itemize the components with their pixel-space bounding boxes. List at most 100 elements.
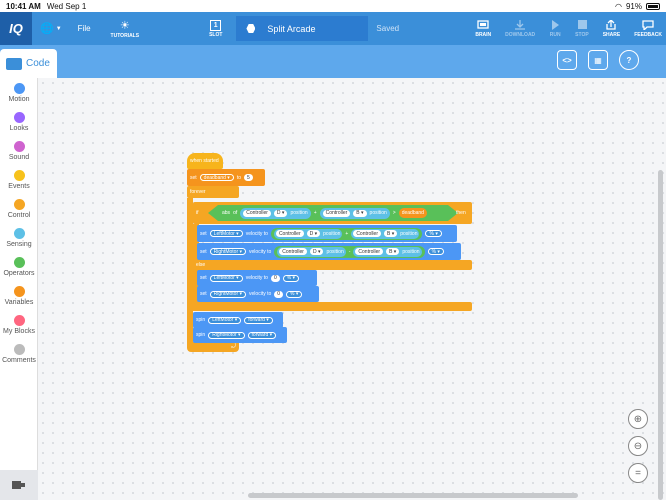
device-button[interactable]: ▦	[588, 50, 608, 70]
operator-symbol: +	[313, 210, 317, 216]
category-motion[interactable]: Motion	[0, 83, 38, 103]
motor-dropdown[interactable]: RightMotor ▾	[208, 331, 245, 339]
controller-dropdown[interactable]: Controller	[355, 248, 384, 255]
controller-position-reporter[interactable]: Controller B ▾ position	[353, 246, 422, 257]
motor-dropdown[interactable]: LeftMotor ▾	[209, 274, 243, 282]
category-events[interactable]: Events	[0, 170, 38, 190]
controller-position-reporter[interactable]: Controller D ▾ position	[240, 207, 311, 219]
controller-position-reporter[interactable]: Controller B ▾ position	[319, 207, 390, 219]
code-workspace[interactable]	[38, 78, 666, 500]
unit-dropdown[interactable]: % ▾	[286, 290, 303, 298]
unit-dropdown[interactable]: % ▾	[282, 274, 300, 282]
zoom-out-button[interactable]: ⊖	[628, 436, 648, 456]
dropdown-value: deadband	[203, 174, 226, 181]
block-label: then	[456, 210, 466, 216]
brain-button[interactable]: BRAIN	[475, 19, 491, 38]
language-button[interactable]: 🌐 ▼	[40, 22, 62, 35]
variable-dropdown[interactable]: deadband ▾	[199, 174, 234, 181]
controller-dropdown[interactable]: Controller	[322, 209, 351, 217]
set-velocity-block[interactable]: set RightMotor ▾ velocity to Controller …	[197, 243, 461, 260]
controller-position-reporter[interactable]: Controller D ▾ position	[277, 246, 346, 257]
motor-dropdown[interactable]: LeftMotor ▾	[208, 316, 242, 324]
set-variable-block[interactable]: set deadband ▾ to 5	[187, 169, 265, 186]
controller-dropdown[interactable]: Controller	[353, 230, 381, 237]
set-velocity-block[interactable]: set LeftMotor ▾ velocity to 0 % ▾	[197, 270, 317, 286]
block-label: set	[200, 291, 207, 297]
spin-motor-block[interactable]: spin RightMotor ▾ forward ▾	[193, 327, 287, 343]
unit-dropdown[interactable]: % ▾	[425, 230, 442, 237]
controller-dropdown[interactable]: Controller	[279, 248, 307, 255]
dropdown-value: RightMotor	[213, 291, 239, 297]
controller-position-reporter[interactable]: Controller B ▾ position	[351, 228, 420, 239]
controller-dropdown[interactable]: Controller	[243, 209, 271, 217]
category-sound[interactable]: Sound	[0, 141, 38, 161]
extensions-button[interactable]	[0, 470, 38, 500]
dropdown-value: Controller	[282, 248, 304, 255]
controller-position-reporter[interactable]: Controller D ▾ position	[273, 228, 343, 239]
category-my-blocks[interactable]: My Blocks	[0, 315, 38, 335]
zoom-in-button[interactable]: ⊕	[628, 409, 648, 429]
wifi-icon: ◠	[615, 1, 622, 11]
deadband-reporter[interactable]: deadband	[398, 208, 427, 218]
block-label: position	[369, 210, 387, 216]
category-comments[interactable]: Comments	[0, 344, 38, 364]
axis-dropdown[interactable]: D ▾	[273, 209, 288, 217]
set-velocity-block[interactable]: set RightMotor ▾ velocity to 0 % ▾	[197, 286, 319, 302]
dropdown-value: forward	[251, 332, 269, 338]
control-dot-icon	[13, 199, 25, 210]
block-label: spin	[196, 332, 206, 338]
tutorials-button[interactable]: ☀ TUTORIALS	[111, 19, 140, 39]
direction-dropdown[interactable]: forward ▾	[247, 331, 277, 339]
horizontal-scrollbar[interactable]	[248, 493, 578, 498]
project-name-field[interactable]: Split Arcade	[236, 16, 369, 41]
category-label: Looks	[9, 125, 29, 132]
category-looks[interactable]: Looks	[0, 112, 38, 132]
block-label: velocity to	[249, 248, 272, 255]
slot-button[interactable]: 1 SLOT	[209, 19, 222, 38]
file-menu[interactable]: File	[78, 24, 91, 33]
help-button[interactable]: ?	[619, 50, 639, 70]
block-label: else	[196, 262, 206, 268]
download-label: DOWNLOAD	[505, 31, 536, 38]
spin-motor-block[interactable]: spin LeftMotor ▾ forward ▾	[193, 312, 283, 328]
motor-dropdown[interactable]: LeftMotor ▾	[209, 230, 243, 237]
block-label: position	[290, 210, 308, 216]
download-button[interactable]: DOWNLOAD	[505, 19, 536, 38]
vertical-scrollbar[interactable]	[658, 170, 663, 500]
velocity-input[interactable]: 0	[270, 274, 280, 282]
category-control[interactable]: Control	[0, 199, 38, 219]
when-started-block[interactable]: when started	[187, 153, 223, 169]
stop-button[interactable]: STOP	[575, 19, 589, 38]
category-operators[interactable]: Operators	[0, 257, 38, 277]
menu-bar: IQ 🌐 ▼ File ☀ TUTORIALS 1 SLOT Split Arca…	[0, 12, 666, 45]
unit-dropdown[interactable]: % ▾	[427, 248, 444, 255]
motor-dropdown[interactable]: RightMotor ▾	[209, 248, 247, 255]
feedback-button[interactable]: FEEDBACK	[634, 19, 662, 38]
add-operator[interactable]: Controller D ▾ position + Controller B ▾…	[270, 227, 423, 240]
subtract-operator[interactable]: Controller D ▾ position - Controller B ▾…	[274, 245, 425, 258]
set-velocity-block[interactable]: set LeftMotor ▾ velocity to Controller D…	[197, 225, 457, 242]
motor-dropdown[interactable]: RightMotor ▾	[209, 290, 247, 298]
value-input[interactable]: 5	[244, 174, 253, 181]
block-label: position	[326, 248, 344, 255]
axis-dropdown[interactable]: B ▾	[384, 230, 398, 237]
category-label: Control	[7, 212, 31, 219]
axis-dropdown[interactable]: D ▾	[306, 230, 321, 237]
forever-block[interactable]: forever	[187, 186, 239, 198]
direction-dropdown[interactable]: forward ▾	[244, 316, 273, 324]
greater-than-operator[interactable]: abs of Controller D ▾ position + Control…	[208, 205, 458, 221]
axis-dropdown[interactable]: B ▾	[353, 209, 367, 217]
zoom-reset-button[interactable]: =	[628, 463, 648, 483]
category-sensing[interactable]: Sensing	[0, 228, 38, 248]
code-view-button[interactable]: <>	[557, 50, 577, 70]
axis-dropdown[interactable]: D ▾	[309, 248, 324, 255]
tab-code[interactable]: Code	[0, 49, 57, 78]
code-brackets-icon: <>	[562, 55, 572, 65]
run-button[interactable]: RUN	[549, 19, 561, 38]
velocity-input[interactable]: 0	[274, 290, 284, 298]
share-button[interactable]: SHARE	[603, 19, 620, 38]
hexagon-icon	[246, 24, 256, 33]
controller-dropdown[interactable]: Controller	[275, 230, 304, 237]
category-variables[interactable]: Variables	[0, 286, 38, 306]
axis-dropdown[interactable]: B ▾	[386, 248, 400, 255]
